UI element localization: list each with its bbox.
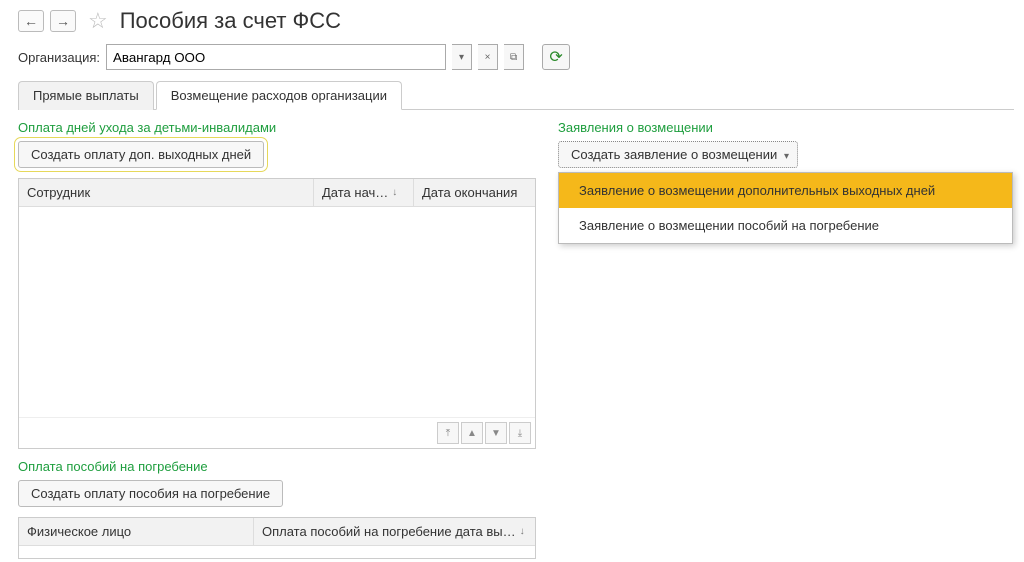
col-burial-payment[interactable]: Оплата пособий на погребение дата вы… ↓ xyxy=(254,518,535,545)
org-open-button[interactable]: ⧉ xyxy=(504,44,524,70)
back-button[interactable]: ← xyxy=(18,10,44,32)
forward-button[interactable]: → xyxy=(50,10,76,32)
org-clear-button[interactable]: × xyxy=(478,44,498,70)
table1-first-button[interactable]: ⤒ xyxy=(437,422,459,444)
page-title: Пособия за счет ФСС xyxy=(120,8,341,34)
right-section-title: Заявления о возмещении xyxy=(558,120,1014,135)
create-burial-payment-button[interactable]: Создать оплату пособия на погребение xyxy=(18,480,283,507)
col-employee[interactable]: Сотрудник xyxy=(19,179,314,206)
table1-body[interactable] xyxy=(19,207,535,417)
col-date-start-label: Дата нач… xyxy=(322,185,388,200)
section2-title: Оплата пособий на погребение xyxy=(18,459,538,474)
tab-reimbursement[interactable]: Возмещение расходов организации xyxy=(156,81,402,110)
table1-up-button[interactable]: ▲ xyxy=(461,422,483,444)
sort-arrow-icon: ↓ xyxy=(392,187,397,198)
organization-input[interactable] xyxy=(106,44,446,70)
sort-arrow-icon: ↓ xyxy=(520,526,525,537)
refresh-button[interactable]: ⟳ xyxy=(542,44,570,70)
table-burial: Физическое лицо Оплата пособий на погреб… xyxy=(18,517,536,559)
tabs-bar: Прямые выплаты Возмещение расходов орган… xyxy=(18,80,1014,110)
menu-item-burial-claim[interactable]: Заявление о возмещении пособий на погреб… xyxy=(559,208,1012,243)
col-date-start[interactable]: Дата нач… ↓ xyxy=(314,179,414,206)
table1-down-button[interactable]: ▼ xyxy=(485,422,507,444)
table-disabled-children-days: Сотрудник Дата нач… ↓ Дата окончания ⤒ ▲… xyxy=(18,178,536,449)
col-burial-payment-label: Оплата пособий на погребение дата вы… xyxy=(262,524,516,539)
col-person[interactable]: Физическое лицо xyxy=(19,518,254,545)
create-reimbursement-claim-button[interactable]: Создать заявление о возмещении xyxy=(558,141,798,168)
table1-last-button[interactable]: ⤓ xyxy=(509,422,531,444)
section1-title: Оплата дней ухода за детьми-инвалидами xyxy=(18,120,538,135)
menu-item-extra-days-claim[interactable]: Заявление о возмещении дополнительных вы… xyxy=(559,173,1012,208)
favorite-icon[interactable]: ☆ xyxy=(88,8,108,34)
org-dropdown-button[interactable]: ▾ xyxy=(452,44,472,70)
col-date-end[interactable]: Дата окончания xyxy=(414,179,535,206)
organization-label: Организация: xyxy=(18,50,100,65)
reimbursement-dropdown-menu: Заявление о возмещении дополнительных вы… xyxy=(558,172,1013,244)
create-extra-days-payment-button[interactable]: Создать оплату доп. выходных дней xyxy=(18,141,264,168)
table2-body[interactable] xyxy=(19,546,535,558)
tab-direct-payments[interactable]: Прямые выплаты xyxy=(18,81,154,110)
